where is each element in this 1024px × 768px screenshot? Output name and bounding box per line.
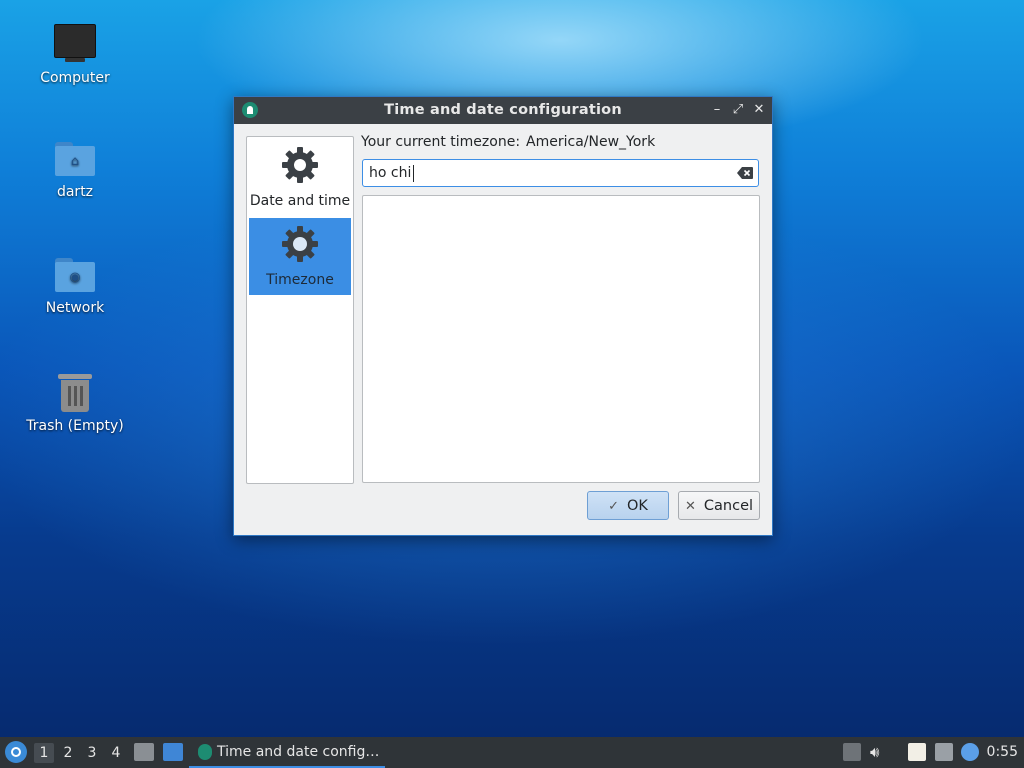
eject-icon[interactable] [843,743,861,761]
clear-text-icon[interactable] [737,167,753,179]
timezone-search [362,159,759,187]
category-sidebar: Date and time Timezone [246,136,354,484]
workspace-4[interactable]: 4 [106,743,126,763]
file-manager-icon[interactable] [134,743,154,761]
text-caret [413,165,414,182]
clipboard-icon[interactable] [908,743,926,761]
desktop-icon-label: Computer [40,70,110,86]
workspace-2[interactable]: 2 [58,743,78,763]
current-timezone-value: America/New_York [526,134,656,150]
desktop-icon-network[interactable]: ◉ Network [20,258,130,316]
current-timezone-label: Your current timezone: [361,134,521,150]
current-timezone: Your current timezone: America/New_York [361,134,655,150]
workspace-3[interactable]: 3 [82,743,102,763]
computer-icon [54,24,96,62]
sidebar-item-date-and-time[interactable]: Date and time [249,139,351,216]
start-menu-icon[interactable] [5,741,27,763]
desktop-icon-trash[interactable]: Trash (Empty) [20,374,130,434]
sidebar-item-label: Date and time [249,193,351,209]
desktop-icon-label: Network [45,300,105,316]
network-wired-icon[interactable] [935,743,953,761]
volume-icon[interactable]: 🔊︎ [870,743,888,761]
dialog-title: Time and date configuration [384,102,622,118]
titlebar[interactable]: Time and date configuration – ⤢ ✕ [234,97,772,124]
app-icon [198,744,212,760]
ok-button[interactable]: ✓ OK [587,491,669,520]
taskbar: 1 2 3 4 Time and date config… 🔊︎ 0:55 [0,737,1024,768]
task-label: Time and date config… [217,744,380,760]
home-folder-icon: ⌂ [55,142,95,176]
clock[interactable]: 0:55 [987,744,1018,760]
sidebar-item-timezone[interactable]: Timezone [249,218,351,295]
workspace-1[interactable]: 1 [34,743,54,763]
ok-button-label: OK [626,498,648,514]
sidebar-item-label: Timezone [266,272,334,288]
gear-icon [282,147,318,183]
dialog-content: Date and time Timezone Your current time… [234,124,772,535]
maximize-icon[interactable]: ⤢ [729,101,747,119]
gear-icon [282,226,318,262]
desktop-icon-label: Trash (Empty) [26,418,124,434]
taskbar-task-time-date[interactable]: Time and date config… [189,738,385,768]
desktop-icon-computer[interactable]: Computer [20,24,130,86]
cancel-button[interactable]: ✕ Cancel [678,491,760,520]
desktop-icon-label: dartz [56,184,94,200]
desktop-icon-dartz[interactable]: ⌂ dartz [20,142,130,200]
trash-icon [58,374,92,412]
network-folder-icon: ◉ [55,258,95,292]
timezone-list[interactable] [362,195,760,483]
cancel-x-icon: ✕ [684,499,696,514]
show-desktop-icon[interactable] [163,743,183,761]
close-icon[interactable]: ✕ [750,101,768,119]
cancel-button-label: Cancel [703,498,754,514]
notification-icon[interactable] [961,743,979,761]
timezone-search-input[interactable] [369,163,729,183]
time-date-dialog: Time and date configuration – ⤢ ✕ Date a… [233,96,773,536]
checkmark-icon: ✓ [608,499,619,514]
minimize-icon[interactable]: – [708,101,726,119]
